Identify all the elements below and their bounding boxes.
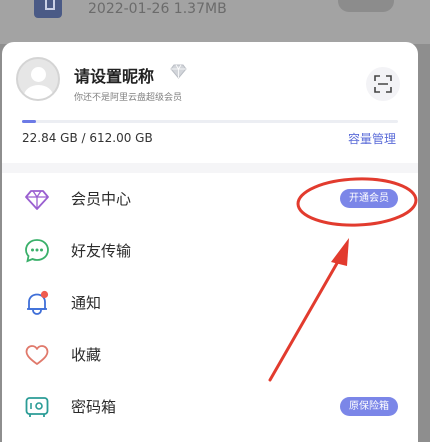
section-divider <box>2 163 418 173</box>
vip-diamond-icon <box>170 64 187 79</box>
old-safe-badge: 原保险箱 <box>340 397 398 416</box>
menu-label: 收藏 <box>71 346 102 364</box>
file-icon <box>34 0 62 18</box>
menu-label: 通知 <box>71 294 102 312</box>
open-vip-badge[interactable]: 开通会员 <box>340 189 398 208</box>
background-file-row: 2022-01-26 1.37MB <box>0 0 430 44</box>
safe-icon <box>25 397 49 417</box>
scan-button[interactable] <box>366 67 400 101</box>
avatar-body-shape <box>24 85 53 99</box>
menu-item-friend-transfer[interactable]: 好友传输 <box>2 227 418 279</box>
menu-label: 会员中心 <box>71 190 132 208</box>
menu-item-password-box[interactable]: 密码箱 原保险箱 <box>2 383 418 435</box>
heart-icon <box>25 345 49 365</box>
bell-icon <box>27 290 49 315</box>
menu-item-favorites[interactable]: 收藏 <box>2 331 418 383</box>
storage-manage-link[interactable]: 容量管理 <box>348 130 396 147</box>
storage-progress-bar <box>22 120 398 123</box>
file-meta: 2022-01-26 1.37MB <box>88 1 227 17</box>
account-sheet: 请设置昵称 你还不是阿里云盘超级会员 22.84 GB / 612.00 GB … <box>2 42 418 442</box>
nickname-label[interactable]: 请设置昵称 <box>74 63 154 87</box>
menu-label: 好友传输 <box>71 242 132 260</box>
menu-item-vip-center[interactable]: 会员中心 开通会员 <box>2 175 418 227</box>
storage-usage-text: 22.84 GB / 612.00 GB <box>22 131 153 145</box>
menu-item-notifications[interactable]: 通知 <box>2 279 418 331</box>
storage-progress-fill <box>22 120 36 123</box>
scan-icon <box>374 75 392 93</box>
chat-icon <box>25 239 49 263</box>
menu-label: 密码箱 <box>71 398 117 416</box>
more-button <box>338 0 394 12</box>
avatar[interactable] <box>16 57 60 101</box>
avatar-head-shape <box>31 67 46 82</box>
diamond-icon <box>25 190 49 210</box>
vip-status-text: 你还不是阿里云盘超级会员 <box>74 93 183 103</box>
